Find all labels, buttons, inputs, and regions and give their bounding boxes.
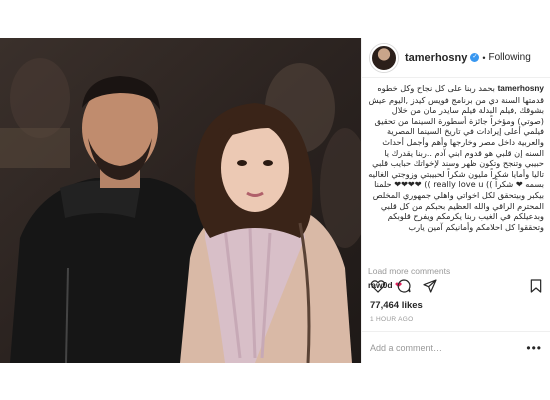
post-caption: tamerhosny بحمد ربنا على كل نجاح وكل خطو… xyxy=(362,78,550,264)
following-button[interactable]: Following xyxy=(489,52,531,63)
instagram-post: tamerhosny ✓ • Following tamerhosny بحمد… xyxy=(0,0,550,400)
comment-icon[interactable] xyxy=(396,278,412,294)
action-bar xyxy=(370,276,544,296)
bookmark-icon[interactable] xyxy=(528,278,544,294)
post-photo[interactable] xyxy=(0,38,361,363)
add-comment-input[interactable]: Add a comment… xyxy=(370,343,442,353)
post-timestamp: 1 HOUR AGO xyxy=(370,316,414,323)
post-photo-image xyxy=(0,38,361,363)
caption-text: بحمد ربنا على كل نجاح وكل خطوه قدمتها ال… xyxy=(368,83,544,232)
separator-dot: • xyxy=(482,52,486,63)
share-icon[interactable] xyxy=(422,278,438,294)
verified-badge-icon: ✓ xyxy=(470,53,480,62)
likes-count[interactable]: 77,464 likes xyxy=(370,300,423,311)
post-sidebar: tamerhosny ✓ • Following tamerhosny بحمد… xyxy=(361,38,550,363)
caption-username[interactable]: tamerhosny xyxy=(498,84,544,93)
avatar[interactable] xyxy=(370,43,398,72)
heart-icon[interactable] xyxy=(370,278,386,294)
add-comment-bar: Add a comment… ••• xyxy=(362,331,550,363)
post-header: tamerhosny ✓ • Following xyxy=(362,38,550,78)
load-more-comments-link[interactable]: Load more comments xyxy=(362,264,550,276)
header-username[interactable]: tamerhosny xyxy=(405,52,467,64)
more-options-icon[interactable]: ••• xyxy=(526,341,542,355)
